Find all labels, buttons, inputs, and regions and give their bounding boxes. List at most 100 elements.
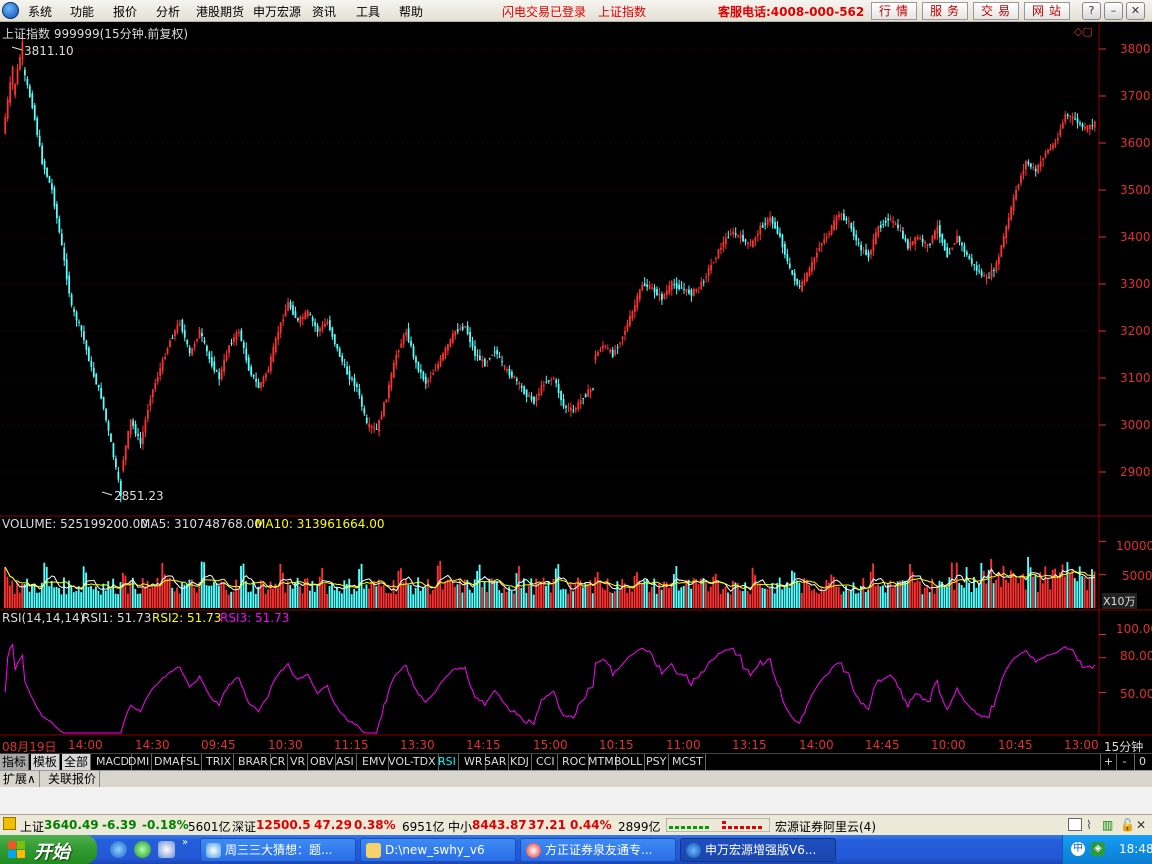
candle-body xyxy=(540,385,543,395)
menu-help[interactable]: 帮助 xyxy=(399,3,423,20)
login-status[interactable]: 闪电交易已登录 xyxy=(502,3,586,20)
volume-bar xyxy=(510,590,513,608)
tab-all[interactable]: 全部 xyxy=(62,754,92,770)
tab-sar[interactable]: SAR xyxy=(482,754,510,770)
tab-cr[interactable]: CR xyxy=(268,754,289,770)
low-marker xyxy=(101,491,113,496)
candle-body xyxy=(870,250,872,255)
chevron-icon[interactable]: » xyxy=(182,837,188,848)
sh-index-name[interactable]: 上证 xyxy=(20,818,44,835)
candle-body xyxy=(530,396,533,400)
tab-boll[interactable]: BOLL xyxy=(612,754,646,770)
lock-icon[interactable]: 🔓 xyxy=(1120,818,1135,832)
server-name[interactable]: 宏源证券阿里云(4) xyxy=(775,818,876,835)
tab-emv[interactable]: EMV xyxy=(360,754,389,770)
button-trade[interactable]: 交易 xyxy=(973,2,1019,20)
current-index[interactable]: 上证指数 xyxy=(598,3,646,20)
candle-body xyxy=(788,263,791,269)
volume-bar xyxy=(928,592,931,608)
lock-icon[interactable] xyxy=(3,817,16,830)
remove-indicator-button[interactable]: - xyxy=(1116,754,1132,770)
volume-bar xyxy=(124,575,127,608)
candle-body xyxy=(636,295,639,308)
menu-function[interactable]: 功能 xyxy=(70,3,94,20)
desktop-icon[interactable] xyxy=(158,841,175,858)
window-icon[interactable] xyxy=(1068,818,1082,831)
volume-bar xyxy=(581,587,584,608)
menu-news[interactable]: 资讯 xyxy=(312,3,336,20)
tab-indicator[interactable]: 指标 xyxy=(0,754,30,770)
add-indicator-button[interactable]: + xyxy=(1100,754,1116,770)
tab-brar[interactable]: BRAR xyxy=(236,754,271,770)
tab-mcst[interactable]: MCST xyxy=(670,754,706,770)
candle-body xyxy=(351,378,353,380)
volume-bar xyxy=(746,590,749,608)
tab-cci[interactable]: CCI xyxy=(534,754,558,770)
task-swhy[interactable]: 申万宏源增强版V6... xyxy=(680,838,836,862)
task-fangzheng[interactable]: 方正证券泉友通专... xyxy=(520,838,676,862)
tab-dmi[interactable]: DMI xyxy=(126,754,153,770)
zx-index-change: 37.21 xyxy=(528,818,566,832)
task-folder[interactable]: D:\new_swhy_v6 xyxy=(360,838,516,862)
task-news[interactable]: 周三三大猜想：题... xyxy=(200,838,356,862)
candle-body xyxy=(383,402,385,416)
ie-icon[interactable] xyxy=(110,841,127,858)
sz-index-name[interactable]: 深证 xyxy=(232,818,256,835)
candle-body xyxy=(1069,116,1072,118)
menu-analysis[interactable]: 分析 xyxy=(156,3,180,20)
tab-asi[interactable]: ASI xyxy=(334,754,357,770)
volume-bar xyxy=(451,582,454,608)
candle-body xyxy=(87,347,90,362)
chart-options-icon[interactable]: ◇▢ xyxy=(1074,25,1093,38)
tab-extend[interactable]: 扩展∧ xyxy=(0,771,40,787)
button-website[interactable]: 网站 xyxy=(1024,2,1070,20)
tab-obv[interactable]: OBV xyxy=(308,754,337,770)
shield-icon[interactable]: ◈ xyxy=(1091,842,1105,856)
price-tick: 3200 xyxy=(1120,324,1151,338)
tab-template[interactable]: 模板 xyxy=(31,754,61,770)
tab-psy[interactable]: PSY xyxy=(644,754,670,770)
reset-indicator-button[interactable]: 0 xyxy=(1134,754,1150,770)
candle-body xyxy=(471,341,474,347)
candle-body xyxy=(279,322,282,333)
network-icon[interactable]: ▥ xyxy=(1102,818,1113,832)
tab-vol-tdx[interactable]: VOL-TDX xyxy=(386,754,439,770)
candle-body xyxy=(341,355,344,362)
candle-body xyxy=(550,379,553,381)
button-market[interactable]: 行情 xyxy=(871,2,917,20)
browser-icon[interactable] xyxy=(134,841,151,858)
zx-index-name[interactable]: 中小 xyxy=(448,818,472,835)
candle-body xyxy=(124,445,127,460)
tab-kdj[interactable]: KDJ xyxy=(508,754,532,770)
tab-trix[interactable]: TRIX xyxy=(204,754,235,770)
tab-related-quotes[interactable]: 关联报价 xyxy=(45,771,101,787)
kline-chart[interactable]: 上证指数 999999(15分钟.前复权) ◇▢ 3811.10 2851.23… xyxy=(0,23,1152,754)
chart-canvas[interactable] xyxy=(0,23,1152,754)
menu-hk-futures[interactable]: 港股期货 xyxy=(196,3,244,20)
price-tick: 3800 xyxy=(1120,42,1151,56)
tab-vr[interactable]: VR xyxy=(288,754,309,770)
start-button[interactable]: 开始 xyxy=(0,835,97,864)
menu-system[interactable]: 系统 xyxy=(28,3,52,20)
candle-body xyxy=(670,281,673,291)
minimize-icon[interactable]: – xyxy=(1104,2,1123,20)
help-icon[interactable]: ? xyxy=(1082,2,1101,20)
volume-bar xyxy=(562,588,565,608)
menu-quote[interactable]: 报价 xyxy=(113,3,137,20)
tab-roc[interactable]: ROC xyxy=(560,754,589,770)
volume-bar xyxy=(289,584,292,608)
tab-rsi[interactable]: RSI xyxy=(436,754,459,770)
candle-body xyxy=(808,268,811,277)
menu-swhy[interactable]: 申万宏源 xyxy=(253,3,301,20)
close-icon[interactable]: ✕ xyxy=(1136,818,1146,832)
candle-body xyxy=(439,357,442,366)
menu-tools[interactable]: 工具 xyxy=(356,3,380,20)
button-service[interactable]: 服务 xyxy=(922,2,968,20)
signal-icon[interactable]: ⌇ xyxy=(1086,818,1092,832)
candle-body xyxy=(316,325,319,332)
volume-bar xyxy=(1046,578,1049,608)
tab-fsl[interactable]: FSL xyxy=(178,754,203,770)
ime-icon[interactable]: 中 xyxy=(1071,842,1085,856)
close-icon[interactable]: ✕ xyxy=(1126,2,1145,20)
candle-body xyxy=(724,238,727,245)
